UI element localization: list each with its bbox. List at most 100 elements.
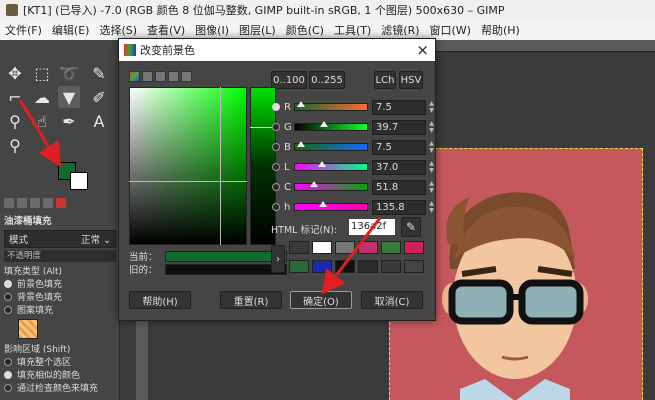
menu-file[interactable]: 文件(F) (0, 22, 47, 38)
wheel-selector-icon[interactable] (168, 71, 179, 82)
history-color-swatch[interactable] (404, 241, 424, 254)
channel-value-input[interactable]: 135.8 (372, 199, 426, 215)
slider-knob-icon[interactable] (320, 121, 329, 127)
device-status-tab-icon[interactable] (17, 198, 27, 208)
spin-arrows-icon[interactable]: ▲ ▼ (427, 160, 436, 175)
slider-knob-icon[interactable] (296, 101, 305, 107)
color-picker-icon[interactable]: ✎ (401, 217, 421, 237)
fill-type-pattern[interactable]: 图案填充 (0, 303, 120, 316)
lch-button[interactable]: LCh (374, 71, 396, 89)
history-color-swatch[interactable] (289, 259, 309, 273)
history-color-swatch[interactable] (381, 259, 401, 273)
history-color-swatch[interactable] (358, 259, 378, 273)
history-color-swatch[interactable] (312, 259, 332, 273)
history-color-swatch[interactable] (404, 259, 424, 273)
channel-value-input[interactable]: 37.0 (372, 159, 426, 175)
channel-value-input[interactable]: 7.5 (372, 139, 426, 155)
rect-select-tool-icon[interactable]: ⬚ (31, 62, 53, 84)
gimp-logo-icon (6, 4, 18, 16)
triangle-selector-icon[interactable] (155, 71, 166, 82)
tool-options-tab-icon[interactable] (4, 198, 14, 208)
mode-select[interactable]: 模式 正常 ⌄ (4, 230, 116, 248)
channel-value-input[interactable]: 51.8 (372, 179, 426, 195)
history-color-swatch[interactable] (335, 259, 355, 273)
channel-radio-icon[interactable] (272, 163, 280, 171)
affected-similar[interactable]: 填充相似的颜色 (0, 368, 120, 381)
bucket-fill-tool-icon[interactable]: ▼ (58, 86, 80, 108)
spin-arrows-icon[interactable]: ▲ ▼ (427, 120, 436, 135)
channel-radio-icon[interactable] (272, 103, 280, 111)
move-tool-icon[interactable]: ✥ (4, 62, 26, 84)
text-tool-icon[interactable]: A (88, 110, 110, 132)
channel-slider[interactable] (294, 141, 368, 151)
cancel-button[interactable]: 取消(C) (361, 291, 423, 309)
history-color-swatch[interactable] (335, 241, 355, 254)
menu-edit[interactable]: 编辑(E) (47, 22, 95, 38)
channel-slider[interactable] (294, 121, 368, 131)
history-color-swatch[interactable] (358, 241, 378, 254)
menu-tools[interactable]: 工具(T) (329, 22, 376, 38)
menu-image[interactable]: 图像(I) (190, 22, 234, 38)
cmyk-selector-icon[interactable] (142, 71, 153, 82)
channel-radio-icon[interactable] (272, 183, 280, 191)
clone-tool-icon[interactable]: ⚲ (4, 110, 26, 132)
close-icon[interactable]: × (416, 41, 429, 59)
menu-colors[interactable]: 颜色(C) (281, 22, 329, 38)
channel-slider[interactable] (294, 201, 368, 211)
background-color-swatch[interactable] (70, 172, 88, 190)
spin-arrows-icon[interactable]: ▲ ▼ (427, 100, 436, 115)
zoom-tool-icon[interactable]: ⚲ (4, 134, 26, 156)
slider-knob-icon[interactable] (309, 181, 318, 187)
menu-filters[interactable]: 滤镜(R) (376, 22, 424, 38)
red-tab-icon[interactable] (56, 198, 66, 208)
free-select-tool-icon[interactable]: ➰ (58, 62, 80, 84)
watercolor-selector-icon[interactable] (181, 71, 192, 82)
history-color-swatch[interactable] (381, 241, 401, 254)
fuzzy-select-tool-icon[interactable]: ✎ (88, 62, 110, 84)
smudge-tool-icon[interactable]: ☝ (31, 110, 53, 132)
menu-help[interactable]: 帮助(H) (476, 22, 525, 38)
channel-value-input[interactable]: 39.7 (372, 119, 426, 135)
help-button[interactable]: 帮助(H) (129, 291, 191, 309)
paths-tool-icon[interactable]: ✒ (58, 110, 80, 132)
channel-radio-icon[interactable] (272, 203, 280, 211)
spin-arrows-icon[interactable]: ▲ ▼ (427, 140, 436, 155)
warp-tool-icon[interactable]: ☁ (31, 86, 53, 108)
opacity-slider[interactable]: 不透明度 (4, 250, 116, 262)
channel-value-input[interactable]: 7.5 (372, 99, 426, 115)
slider-knob-icon[interactable] (318, 161, 327, 167)
menu-select[interactable]: 选择(S) (94, 22, 142, 38)
history-color-swatch[interactable] (289, 241, 309, 254)
gimp-selector-icon[interactable] (129, 71, 140, 82)
slider-knob-icon[interactable] (318, 201, 327, 207)
pattern-preview[interactable] (18, 319, 38, 339)
channel-radio-icon[interactable] (272, 123, 280, 131)
spin-arrows-icon[interactable]: ▲ ▼ (427, 200, 436, 215)
images-tab-icon[interactable] (43, 198, 53, 208)
slider-knob-icon[interactable] (296, 141, 305, 147)
menu-windows[interactable]: 窗口(W) (425, 22, 476, 38)
reset-button[interactable]: 重置(R) (220, 291, 282, 309)
saturation-value-square[interactable] (129, 87, 247, 245)
fill-type-fg[interactable]: 前景色填充 (0, 277, 120, 290)
spin-arrows-icon[interactable]: ▲ ▼ (427, 180, 436, 195)
channel-slider[interactable] (294, 101, 368, 111)
hex-input[interactable]: 136a2f (349, 219, 395, 235)
paintbrush-tool-icon[interactable]: ✐ (88, 86, 110, 108)
menu-view[interactable]: 查看(V) (142, 22, 190, 38)
channel-radio-icon[interactable] (272, 143, 280, 151)
affected-selection[interactable]: 填充整个选区 (0, 355, 120, 368)
fill-type-bg[interactable]: 背景色填充 (0, 290, 120, 303)
range-0-255-button[interactable]: 0..255 (309, 71, 345, 89)
undo-history-tab-icon[interactable] (30, 198, 40, 208)
menu-layer[interactable]: 图层(L) (234, 22, 281, 38)
history-color-swatch[interactable] (312, 241, 332, 254)
channel-slider[interactable] (294, 181, 368, 191)
affected-line-art[interactable]: 通过检查颜色来填充 (0, 381, 120, 394)
ok-button[interactable]: 确定(O) (290, 291, 352, 309)
channel-slider[interactable] (294, 161, 368, 171)
hsv-button[interactable]: HSV (399, 71, 423, 89)
crop-tool-icon[interactable]: ⌐ (4, 86, 26, 108)
range-0-100-button[interactable]: 0..100 (271, 71, 307, 89)
add-to-history-button[interactable]: › (271, 245, 285, 273)
